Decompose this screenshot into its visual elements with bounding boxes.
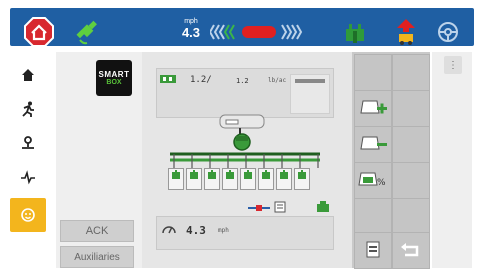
gps-signal-icon: [74, 20, 102, 48]
rate-target: 1.2: [236, 77, 249, 85]
smartbox-line1: SMART: [98, 70, 130, 79]
home-icon: [22, 69, 34, 81]
row-units: [168, 168, 328, 192]
speed-readout: mph 4.3: [176, 18, 206, 40]
speed-unit: mph: [184, 18, 198, 25]
softkey-10[interactable]: [392, 198, 430, 235]
seed-icon: [262, 170, 270, 179]
seed-icon: [208, 170, 216, 179]
seed-rate-icon: [160, 75, 176, 83]
overflow-menu-icon[interactable]: ⋮: [444, 56, 462, 74]
hopper-plus-icon: [360, 100, 387, 114]
row-unit[interactable]: [258, 168, 274, 190]
rate-bar-graph: [290, 74, 330, 114]
rate-value: 1.2/: [190, 75, 212, 85]
row-unit[interactable]: [204, 168, 220, 190]
smiley-icon: [21, 208, 35, 222]
document-icon: [274, 201, 286, 213]
row-unit[interactable]: [294, 168, 310, 190]
row-unit[interactable]: [168, 168, 184, 190]
sidebar-item-activity[interactable]: [10, 160, 46, 194]
home-button[interactable]: [24, 17, 54, 47]
seed-icon: [280, 170, 288, 179]
auxiliaries-button[interactable]: Auxiliaries: [60, 246, 134, 268]
back-arrow-icon: [401, 243, 419, 257]
main-speed-value: 4.3: [186, 224, 206, 237]
seed-icon: [298, 170, 306, 179]
sidebar-item-location[interactable]: [10, 126, 46, 160]
softkey-report[interactable]: [354, 232, 392, 269]
hopper-minus-icon: [360, 136, 387, 150]
lift-icon[interactable]: [394, 18, 418, 46]
softkey-hopper-remove[interactable]: [354, 126, 392, 163]
softkey-4[interactable]: [392, 90, 430, 127]
row-unit[interactable]: [222, 168, 238, 190]
steering-guidance-icon: [208, 23, 310, 41]
run-icon: [22, 101, 34, 117]
speedometer-icon: [162, 226, 176, 234]
softkey-hopper-add[interactable]: [354, 90, 392, 127]
seed-icon: [172, 170, 180, 179]
rate-unit: lb/ac: [268, 77, 287, 84]
sidebar-item-run[interactable]: [10, 92, 46, 126]
back-button[interactable]: [392, 232, 430, 269]
sidebar-nav: [10, 58, 46, 238]
smartbox-line2: BOX: [106, 79, 122, 86]
main-speed-unit: mph: [218, 227, 229, 234]
ack-button[interactable]: ACK: [60, 220, 134, 242]
location-icon: [22, 136, 34, 149]
speed-panel: [156, 216, 334, 250]
seed-icon: [226, 170, 234, 179]
row-unit[interactable]: [186, 168, 202, 190]
softkey-1[interactable]: [354, 54, 392, 91]
home-icon: [24, 17, 54, 47]
smartbox-logo: SMART BOX: [96, 60, 132, 96]
seed-icon: [244, 170, 252, 179]
sidebar-item-home[interactable]: [10, 58, 46, 92]
box-seed-icon: [317, 201, 329, 212]
hopper-percent-icon: %: [358, 172, 386, 188]
activity-icon: [21, 170, 35, 185]
steering-wheel-icon[interactable]: [436, 20, 460, 44]
softkey-hopper-percent[interactable]: %: [354, 162, 392, 199]
sidebar-item-smiley[interactable]: [10, 198, 46, 232]
softkey-6[interactable]: [392, 126, 430, 163]
speed-value: 4.3: [181, 25, 201, 40]
softkey-9[interactable]: [354, 198, 392, 235]
svg-text:%: %: [377, 178, 386, 188]
row-unit[interactable]: [276, 168, 292, 190]
report-icon: [366, 241, 380, 258]
right-margin-panel: [432, 52, 472, 268]
top-status-bar: mph 4.3: [10, 8, 474, 48]
softkey-2[interactable]: [392, 54, 430, 91]
softkey-8[interactable]: [392, 162, 430, 199]
marker-icon: [248, 205, 270, 211]
row-unit[interactable]: [240, 168, 256, 190]
seed-icon: [190, 170, 198, 179]
row-unit-icon[interactable]: [344, 21, 366, 45]
